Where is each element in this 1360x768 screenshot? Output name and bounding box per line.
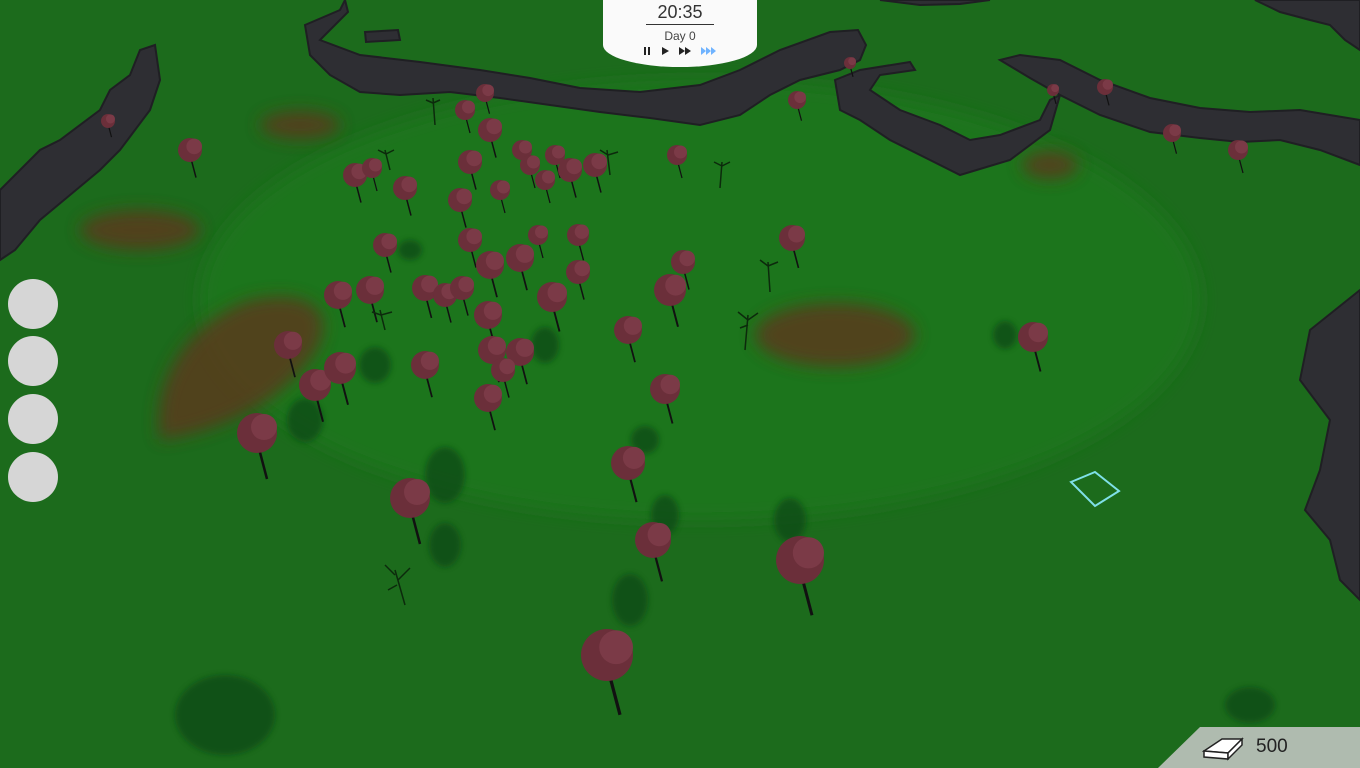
tree-foliage-highlight bbox=[497, 180, 510, 194]
tree-foliage-highlight bbox=[456, 188, 473, 205]
tree-foliage-highlight bbox=[404, 479, 430, 505]
tree-foliage-highlight bbox=[186, 138, 202, 155]
side-action-button-2[interactable] bbox=[8, 336, 58, 386]
fastest-forward-icon[interactable] bbox=[700, 46, 718, 60]
tree-foliage-highlight bbox=[401, 176, 418, 193]
fast-forward-icon[interactable] bbox=[678, 46, 692, 60]
tree-foliage-highlight bbox=[552, 145, 565, 159]
tree-foliage-highlight bbox=[483, 301, 502, 320]
pause-icon[interactable] bbox=[642, 46, 652, 60]
game-world-viewport[interactable] bbox=[0, 0, 1360, 768]
tree-foliage-highlight bbox=[458, 276, 475, 293]
tree-foliage-highlight bbox=[335, 352, 356, 374]
tree-foliage-highlight bbox=[574, 260, 590, 277]
tree-foliage-highlight bbox=[462, 100, 475, 114]
tree-foliage-highlight bbox=[420, 351, 439, 370]
tree-foliage-highlight bbox=[515, 244, 535, 263]
tree-foliage-highlight bbox=[369, 158, 382, 172]
tree-foliage-highlight bbox=[788, 225, 805, 243]
tree-foliage-highlight bbox=[466, 150, 483, 167]
tree-foliage-highlight bbox=[1028, 322, 1048, 343]
tree-foliage-highlight bbox=[365, 276, 384, 295]
tree-foliage-highlight bbox=[623, 316, 643, 335]
tree-foliage-highlight bbox=[660, 374, 680, 395]
tree-foliage-highlight bbox=[482, 84, 494, 97]
tree-foliage-highlight bbox=[599, 630, 633, 665]
speed-controls bbox=[603, 46, 757, 60]
tree-foliage-highlight bbox=[535, 225, 548, 239]
side-action-button-4[interactable] bbox=[8, 452, 58, 502]
side-action-button-3[interactable] bbox=[8, 394, 58, 444]
tree-foliage-highlight bbox=[542, 170, 555, 184]
time-panel: 20:35 Day 0 bbox=[603, 0, 757, 67]
tree-foliage-highlight bbox=[792, 537, 825, 569]
side-action-button-1[interactable] bbox=[8, 279, 58, 329]
tree-foliage-highlight bbox=[283, 331, 302, 350]
day-counter: Day 0 bbox=[664, 29, 696, 43]
clock-time: 20:35 bbox=[657, 2, 703, 22]
tree-foliage-highlight bbox=[527, 155, 540, 169]
tree-foliage-highlight bbox=[515, 338, 535, 357]
tree-foliage-highlight bbox=[622, 446, 645, 469]
tree-foliage-highlight bbox=[487, 336, 506, 355]
tree-foliage-highlight bbox=[519, 140, 532, 154]
tree-foliage-highlight bbox=[333, 281, 352, 300]
tree-foliage-highlight bbox=[483, 384, 502, 403]
tree-foliage-highlight bbox=[1235, 140, 1248, 154]
tree-foliage-highlight bbox=[647, 522, 671, 547]
tree-foliage-highlight bbox=[574, 224, 589, 239]
tree-foliage-highlight bbox=[486, 118, 503, 135]
tree-foliage-highlight bbox=[591, 153, 607, 170]
tree-foliage-highlight bbox=[381, 233, 398, 250]
tree-foliage-highlight bbox=[466, 228, 483, 245]
tree-foliage-highlight bbox=[679, 250, 695, 267]
play-icon[interactable] bbox=[660, 46, 670, 60]
tree-foliage-highlight bbox=[1102, 79, 1114, 90]
tree-foliage-highlight bbox=[848, 57, 856, 66]
tree-foliage-highlight bbox=[499, 358, 515, 375]
tree-foliage-highlight bbox=[1051, 84, 1059, 93]
tree-foliage-highlight bbox=[547, 282, 567, 303]
tree-foliage-highlight bbox=[105, 114, 115, 124]
resource-counter: 500 bbox=[1158, 727, 1360, 768]
ingot-icon bbox=[1201, 737, 1244, 761]
tree-foliage-highlight bbox=[251, 414, 277, 440]
tree-foliage-highlight bbox=[566, 158, 582, 175]
tree-foliage-highlight bbox=[665, 274, 686, 296]
tree-foliage-highlight bbox=[485, 251, 504, 270]
tree-foliage-highlight bbox=[674, 145, 687, 159]
tree-foliage-highlight bbox=[794, 91, 807, 104]
clock-divider bbox=[646, 24, 714, 25]
resource-amount: 500 bbox=[1256, 736, 1288, 757]
tree-foliage-highlight bbox=[1169, 124, 1181, 137]
